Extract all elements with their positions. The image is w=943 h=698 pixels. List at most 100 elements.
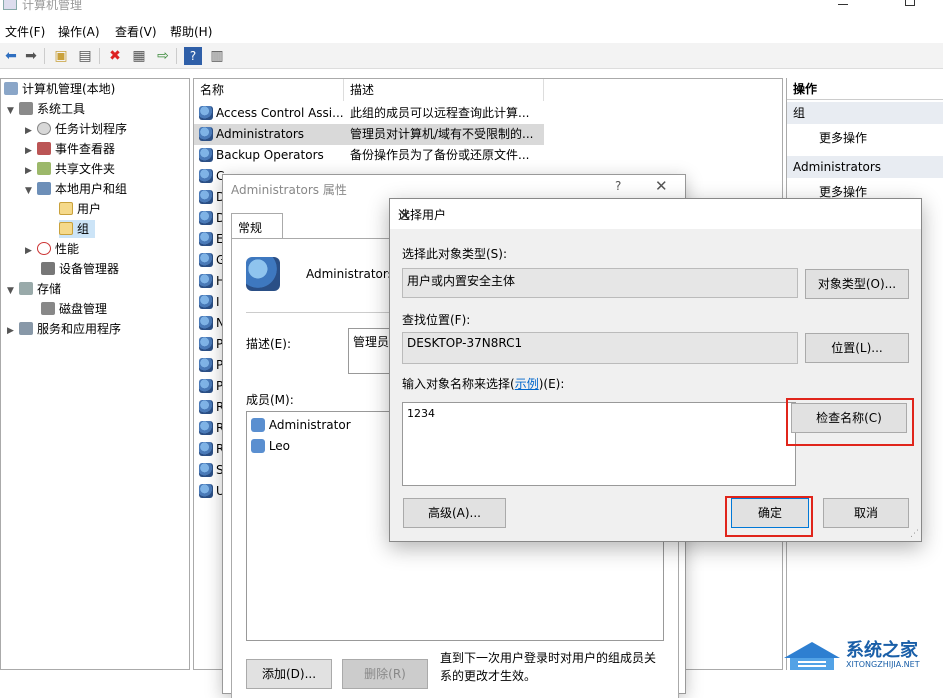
group-icon xyxy=(199,358,213,372)
tree-storage[interactable]: ▼ 存储 xyxy=(7,280,61,298)
watermark-subtext: XITONGZHIJIA.NET xyxy=(846,660,920,669)
shared-folder-icon xyxy=(37,162,51,175)
user-icon xyxy=(251,418,265,432)
tree-task-scheduler[interactable]: ▶ 任务计划程序 xyxy=(25,120,127,138)
chevron-down-icon[interactable]: ▼ xyxy=(7,282,19,300)
chevron-down-icon[interactable]: ▼ xyxy=(25,182,37,200)
remove-member-button[interactable]: 删除(R) xyxy=(342,659,428,689)
properties-icon[interactable]: ▦ xyxy=(130,47,148,65)
group-icon xyxy=(246,257,280,291)
table-row[interactable]: Backup Operators 备份操作员为了备份或还原文件... xyxy=(194,145,544,166)
group-icon xyxy=(199,253,213,267)
group-icon xyxy=(199,295,213,309)
group-icon xyxy=(199,148,213,162)
chevron-right-icon[interactable]: ▶ xyxy=(7,322,19,340)
back-arrow-icon[interactable]: ⬅ xyxy=(2,47,20,65)
column-description[interactable]: 描述 xyxy=(344,79,544,101)
group-icon xyxy=(199,127,213,141)
group-icon xyxy=(199,442,213,456)
close-icon[interactable]: ✕ xyxy=(655,177,668,195)
maximize-button[interactable] xyxy=(905,0,915,6)
object-types-button[interactable]: 对象类型(O)... xyxy=(805,269,909,299)
tree-system-tools[interactable]: ▼ 系统工具 xyxy=(7,100,85,118)
help-icon[interactable]: ? xyxy=(184,47,202,65)
tree-performance[interactable]: ▶ 性能 xyxy=(25,240,79,258)
group-icon xyxy=(199,400,213,414)
tree-local-users-groups[interactable]: ▼ 本地用户和组 xyxy=(25,180,127,198)
group-icon xyxy=(199,106,213,120)
up-folder-icon[interactable]: ▣ xyxy=(52,47,70,65)
menu-view[interactable]: 查看(V) xyxy=(115,23,157,40)
chevron-right-icon[interactable]: ▶ xyxy=(25,162,37,180)
object-names-input[interactable]: 1234 xyxy=(402,402,796,486)
event-log-icon xyxy=(37,142,51,155)
location-label: 查找位置(F): xyxy=(402,313,471,327)
house-logo-icon xyxy=(780,638,844,672)
group-icon xyxy=(199,190,213,204)
action-pane-icon[interactable]: ▥ xyxy=(208,47,226,65)
location-field: DESKTOP-37N8RC1 xyxy=(402,332,798,364)
examples-link[interactable]: 示例 xyxy=(515,377,539,391)
delete-icon[interactable]: ✖ xyxy=(106,47,124,65)
cancel-button[interactable]: 取消 xyxy=(823,498,909,528)
tree-device-manager[interactable]: 设备管理器 xyxy=(41,260,119,278)
tools-icon xyxy=(19,102,33,115)
add-member-button[interactable]: 添加(D)... xyxy=(246,659,332,689)
tree-root[interactable]: 计算机管理(本地) xyxy=(4,80,115,98)
show-hide-tree-icon[interactable]: ▤ xyxy=(76,47,94,65)
locations-button[interactable]: 位置(L)... xyxy=(805,333,909,363)
minimize-button[interactable] xyxy=(838,4,848,5)
highlight-ok xyxy=(725,496,813,537)
actions-section-administrators[interactable]: Administrators xyxy=(787,156,943,178)
export-list-icon[interactable]: ⇨ xyxy=(154,47,172,65)
chevron-right-icon[interactable]: ▶ xyxy=(25,242,37,260)
tree-users[interactable]: 用户 xyxy=(59,200,101,218)
navigation-tree: 计算机管理(本地) ▼ 系统工具 ▶ 任务计划程序 ▶ 事件查看器 ▶ 共享文件夹 ▼ 本… xyxy=(0,78,190,670)
table-row[interactable]: Access Control Assi... 此组的成员可以远程查询此计算... xyxy=(194,103,544,124)
table-row[interactable]: Administrators 管理员对计算机/域有不受限制的... xyxy=(194,124,544,145)
menu-help[interactable]: 帮助(H) xyxy=(170,23,212,40)
window-title: 计算机管理 xyxy=(22,0,83,12)
membership-note: 直到下一次用户登录时对用户的组成员关系的更改才生效。 xyxy=(440,651,657,683)
select-users-dialog: 选择用户 ✕ 选择此对象类型(S): 用户或内置安全主体 对象类型(O)... … xyxy=(389,198,922,542)
group-name: Administrators xyxy=(306,267,395,281)
performance-icon xyxy=(37,242,51,255)
object-type-label: 选择此对象类型(S): xyxy=(402,247,508,261)
menu-file[interactable]: 文件(F) xyxy=(5,23,45,40)
computer-icon xyxy=(4,82,18,95)
description-label: 描述(E): xyxy=(246,337,291,351)
help-button[interactable]: ? xyxy=(615,179,621,193)
storage-icon xyxy=(19,282,33,295)
advanced-button[interactable]: 高级(A)... xyxy=(403,498,506,528)
chevron-right-icon[interactable]: ▶ xyxy=(25,142,37,160)
member-item[interactable]: Leo xyxy=(251,439,290,453)
menu-bar: 文件(F) 操作(A) 查看(V) 帮助(H) xyxy=(0,20,943,42)
users-icon xyxy=(37,182,51,195)
object-type-field: 用户或内置安全主体 xyxy=(402,268,798,298)
clock-icon xyxy=(37,122,51,135)
menu-action[interactable]: 操作(A) xyxy=(58,23,100,40)
forward-arrow-icon[interactable]: ➡ xyxy=(22,47,40,65)
column-name[interactable]: 名称 xyxy=(194,79,344,101)
tree-event-viewer[interactable]: ▶ 事件查看器 xyxy=(25,140,115,158)
actions-section-group[interactable]: 组 xyxy=(787,102,943,124)
tree-services-apps[interactable]: ▶ 服务和应用程序 xyxy=(7,320,121,338)
tree-disk-management[interactable]: 磁盘管理 xyxy=(41,300,107,318)
chevron-down-icon[interactable]: ▼ xyxy=(7,102,19,120)
computer-management-icon xyxy=(3,0,17,10)
member-item[interactable]: Administrator xyxy=(251,418,351,432)
highlight-check-names xyxy=(786,398,914,446)
resize-grip-icon[interactable]: ⋰ xyxy=(910,529,919,539)
toolbar: ⬅ ➡ ▣ ▤ ✖ ▦ ⇨ ? ▥ xyxy=(0,43,943,69)
more-actions-group[interactable]: 更多操作 xyxy=(819,129,867,146)
title-bar: 计算机管理 xyxy=(0,0,943,18)
chevron-right-icon[interactable]: ▶ xyxy=(25,122,37,140)
tree-groups[interactable]: 组 xyxy=(59,220,96,238)
tab-general[interactable]: 常规 xyxy=(231,213,283,239)
close-icon[interactable]: ✕ xyxy=(398,206,911,225)
group-icon xyxy=(199,169,213,183)
group-icon xyxy=(199,463,213,477)
tree-shared-folders[interactable]: ▶ 共享文件夹 xyxy=(25,160,115,178)
group-icon xyxy=(199,211,213,225)
group-icon xyxy=(199,316,213,330)
